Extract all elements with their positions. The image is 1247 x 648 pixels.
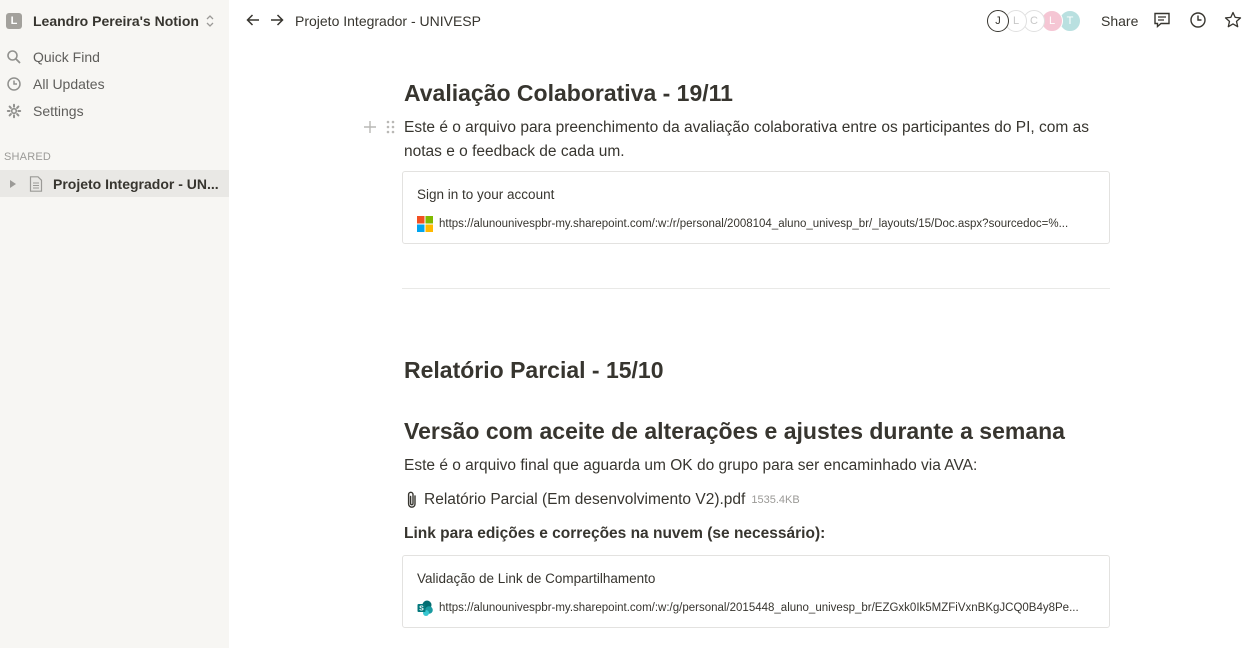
sidebar-item-all-updates[interactable]: All Updates (6, 74, 105, 94)
bookmark-validacao[interactable]: Validação de Link de Compartilhamento S … (402, 555, 1110, 628)
sidebar-item-label: Quick Find (33, 49, 100, 65)
search-icon (7, 50, 21, 64)
star-icon[interactable] (1224, 11, 1242, 29)
sidebar-item-label: All Updates (33, 76, 105, 92)
sidebar-item-settings[interactable]: Settings (6, 101, 84, 121)
sharepoint-logo-icon: S (417, 600, 433, 616)
divider (402, 288, 1110, 289)
shared-section-label: SHARED (4, 151, 52, 163)
block-drag-handle[interactable] (362, 119, 402, 137)
file-attachment[interactable]: Relatório Parcial (Em desenvolvimento V2… (404, 490, 800, 510)
back-arrow-icon[interactable] (245, 12, 261, 28)
sidebar-item-label: Settings (33, 103, 84, 119)
svg-text:S: S (419, 606, 424, 613)
workspace-name: Leandro Pereira's Notion (33, 13, 199, 29)
sidebar-item-quick-find[interactable]: Quick Find (6, 47, 100, 67)
paperclip-icon (407, 491, 416, 508)
chevron-up-down-icon (206, 15, 214, 27)
bookmark-url-text: https://alunounivespbr-my.sharepoint.com… (439, 218, 1069, 230)
heading-avaliacao[interactable]: Avaliação Colaborativa - 19/11 (404, 78, 733, 108)
microsoft-logo-icon (417, 216, 433, 232)
comment-icon[interactable] (1153, 11, 1171, 29)
sidebar-item-projeto-integrador[interactable]: Projeto Integrador - UN... (0, 170, 229, 197)
history-clock-icon[interactable] (1189, 11, 1207, 29)
file-size: 1535.4KB (751, 494, 800, 506)
forward-arrow-icon[interactable] (269, 12, 285, 28)
workspace-avatar: L (6, 13, 22, 29)
bookmark-url: S https://alunounivespbr-my.sharepoint.c… (417, 600, 1097, 616)
paragraph-link-edicoes[interactable]: Link para edições e correções na nuvem (… (404, 525, 825, 543)
workspace-switcher[interactable]: L Leandro Pereira's Notion (6, 11, 215, 31)
heading-versao[interactable]: Versão com aceite de alterações e ajuste… (404, 416, 1065, 446)
file-name: Relatório Parcial (Em desenvolvimento V2… (424, 491, 746, 508)
bookmark-title: Sign in to your account (417, 187, 555, 202)
breadcrumb[interactable]: Projeto Integrador - UNIVESP (295, 13, 481, 29)
topbar: Projeto Integrador - UNIVESP J L C L T S… (229, 0, 1247, 40)
expand-triangle-icon[interactable] (9, 179, 17, 189)
bookmark-url-text: https://alunounivespbr-my.sharepoint.com… (439, 602, 1079, 614)
page-icon (29, 175, 43, 192)
gear-icon (6, 103, 22, 119)
paragraph-arquivo-final[interactable]: Este é o arquivo final que aguarda um OK… (404, 454, 977, 478)
heading-relatorio[interactable]: Relatório Parcial - 15/10 (404, 355, 664, 385)
share-button[interactable]: Share (1101, 13, 1138, 29)
clock-icon (7, 77, 21, 91)
bookmark-title: Validação de Link de Compartilhamento (417, 571, 656, 586)
sidebar: L Leandro Pereira's Notion Quick Find Al… (0, 0, 229, 648)
bookmark-sign-in[interactable]: Sign in to your account https://alunouni… (402, 171, 1110, 244)
sidebar-item-label: Projeto Integrador - UN... (53, 175, 219, 192)
avatar[interactable]: J (987, 10, 1009, 32)
bookmark-url: https://alunounivespbr-my.sharepoint.com… (417, 216, 1097, 232)
paragraph-avaliacao[interactable]: Este é o arquivo para preenchimento da a… (404, 116, 1110, 164)
